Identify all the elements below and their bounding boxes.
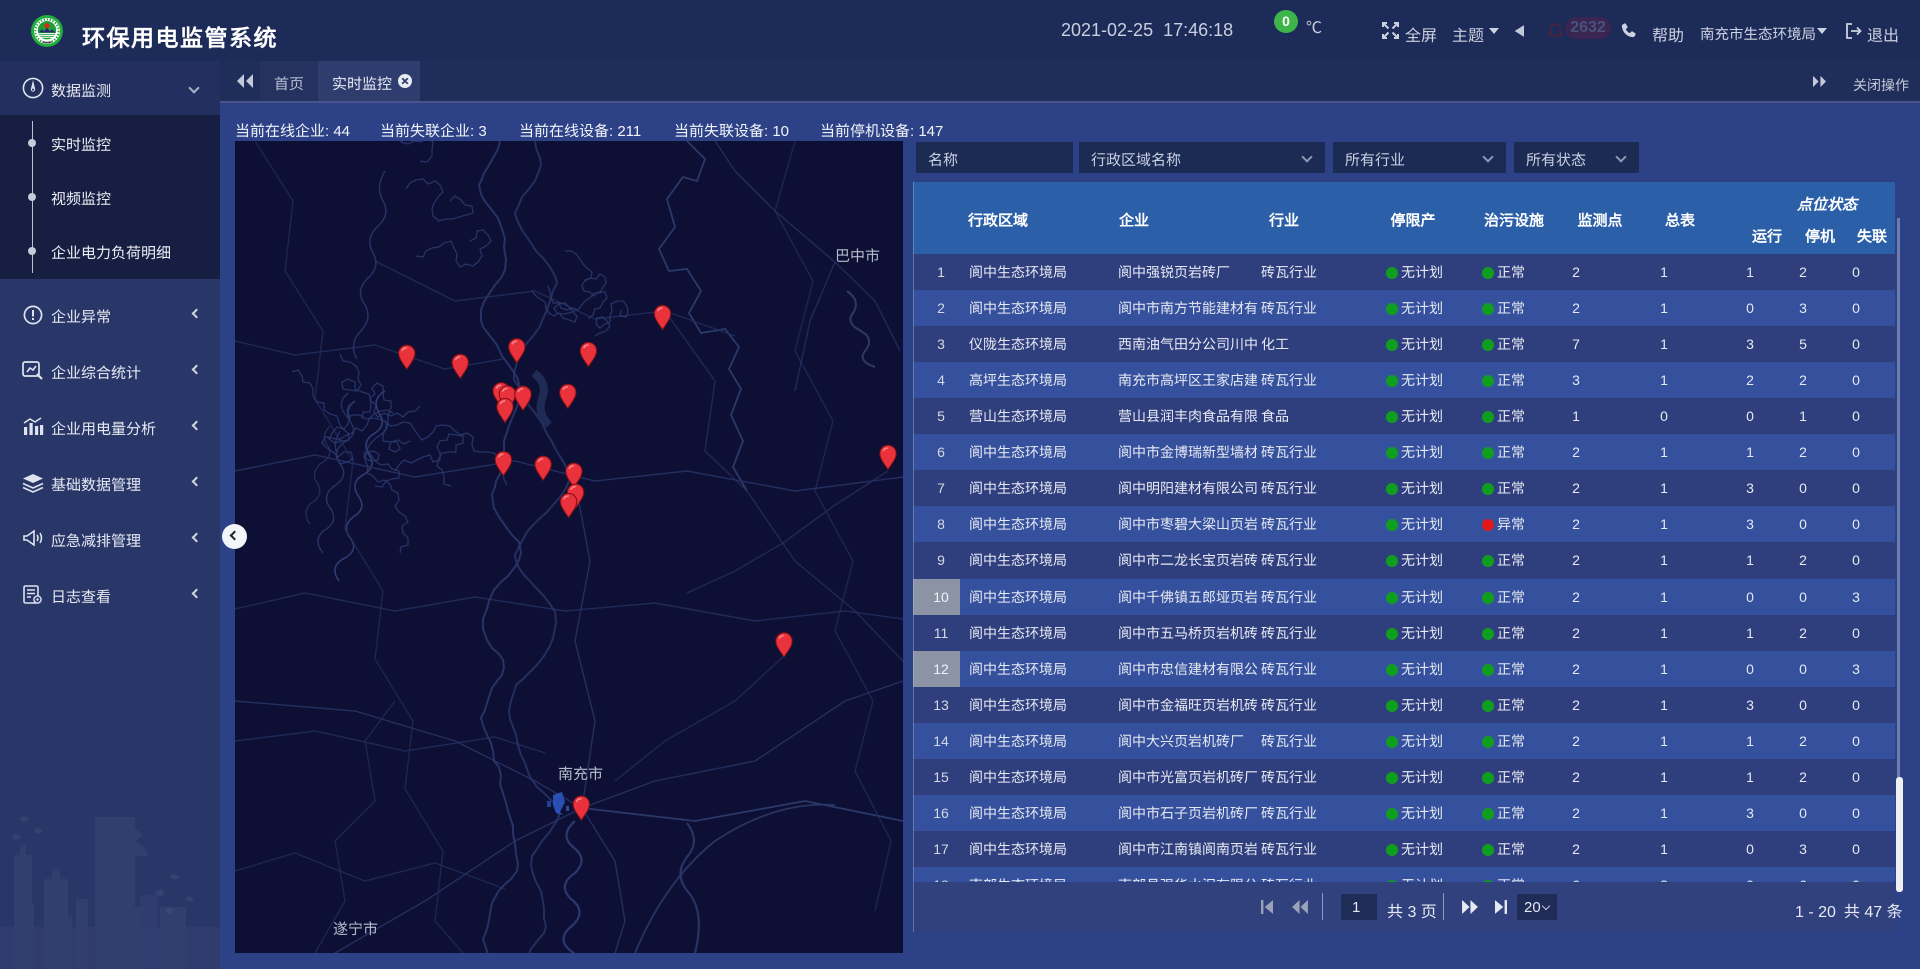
svg-text:遂宁市: 遂宁市 [333,918,378,939]
svg-text:南充市: 南充市 [558,763,603,784]
svg-text:巴中市: 巴中市 [835,245,880,266]
